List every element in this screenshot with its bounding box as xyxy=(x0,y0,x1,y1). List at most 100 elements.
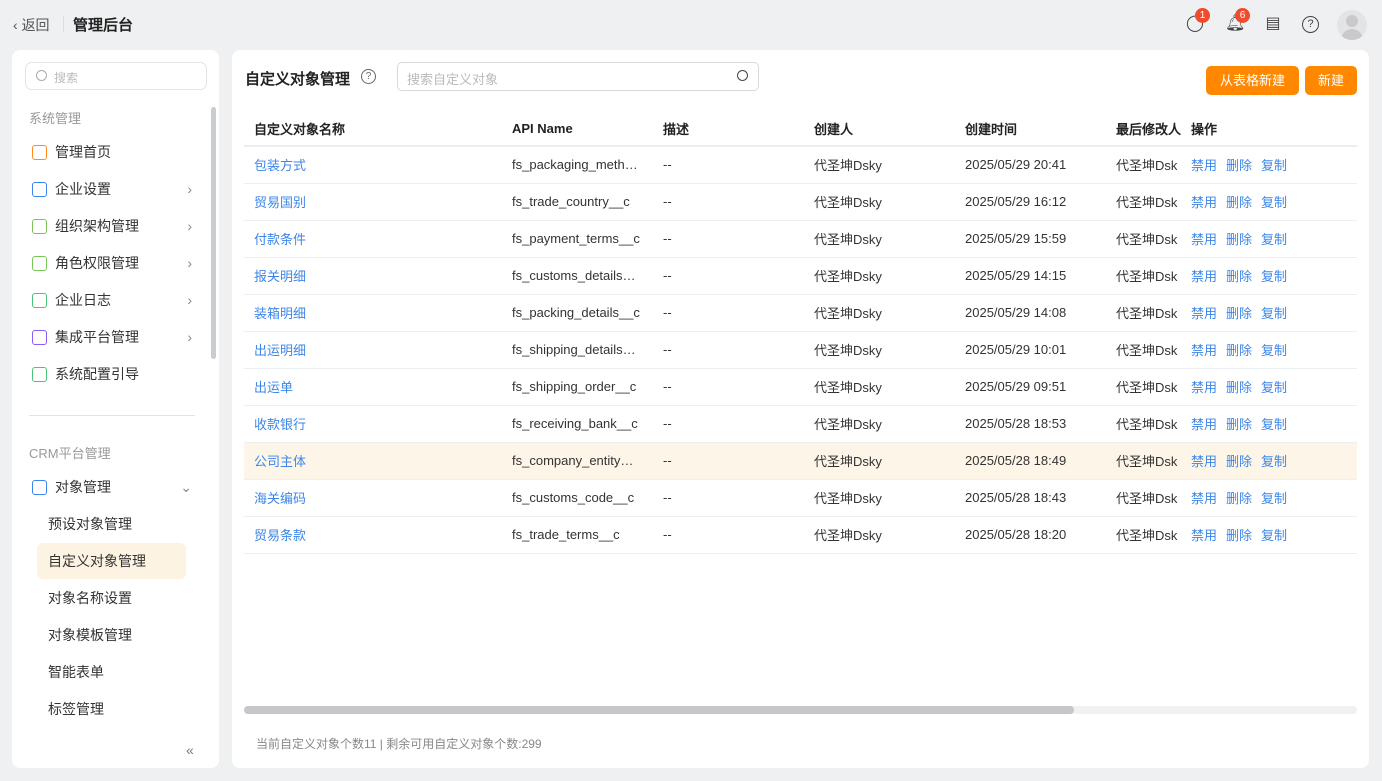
action-disable-link[interactable]: 禁用 xyxy=(1191,343,1217,358)
sidebar-item-object-mgmt[interactable]: 对象管理 ⌄ xyxy=(32,472,192,502)
sidebar-item[interactable]: 角色权限管理 › xyxy=(32,248,192,278)
object-name-link[interactable]: 公司主体 xyxy=(244,442,502,480)
action-delete-link[interactable]: 删除 xyxy=(1226,417,1252,432)
sidebar-subitem[interactable]: 对象名称设置 xyxy=(37,580,186,616)
column-header[interactable]: 操作 xyxy=(1181,112,1357,147)
action-delete-link[interactable]: 删除 xyxy=(1226,454,1252,469)
table-cell: 2025/05/29 16:12 xyxy=(955,183,1106,221)
action-delete-link[interactable]: 删除 xyxy=(1226,195,1252,210)
action-disable-link[interactable]: 禁用 xyxy=(1191,232,1217,247)
menu-icon xyxy=(32,293,47,308)
action-delete-link[interactable]: 删除 xyxy=(1226,528,1252,543)
action-copy-link[interactable]: 复制 xyxy=(1261,343,1287,358)
actions-cell: 禁用 删除 复制 xyxy=(1181,183,1357,221)
search-icon[interactable] xyxy=(737,70,748,81)
top-bar: ‹ 返回 管理后台 ◯ 1 🔔︎ 6 ▤ ? xyxy=(0,0,1382,48)
object-name-link[interactable]: 收款银行 xyxy=(244,405,502,443)
object-name-link[interactable]: 装箱明细 xyxy=(244,294,502,332)
sidebar-item[interactable]: 企业设置 › xyxy=(32,174,192,204)
action-disable-link[interactable]: 禁用 xyxy=(1191,306,1217,321)
action-copy-link[interactable]: 复制 xyxy=(1261,454,1287,469)
action-delete-link[interactable]: 删除 xyxy=(1226,380,1252,395)
action-delete-link[interactable]: 删除 xyxy=(1226,491,1252,506)
table-cell: -- xyxy=(653,220,804,258)
object-search-input[interactable]: 搜索自定义对象 xyxy=(397,62,759,91)
action-delete-link[interactable]: 删除 xyxy=(1226,232,1252,247)
column-header[interactable]: 创建人 xyxy=(804,112,955,147)
sidebar-item[interactable]: 组织架构管理 › xyxy=(32,211,192,241)
sidebar-scrollbar[interactable] xyxy=(211,107,216,359)
sidebar-item[interactable]: 系统配置引导 xyxy=(32,359,192,389)
action-disable-link[interactable]: 禁用 xyxy=(1191,158,1217,173)
sidebar-subitem[interactable]: 自定义对象管理 xyxy=(37,543,186,579)
object-name-link[interactable]: 付款条件 xyxy=(244,220,502,258)
scroll-thumb[interactable] xyxy=(244,706,1074,714)
sidebar-search-input[interactable]: 搜索 xyxy=(25,62,207,90)
table-row: 贸易条款 fs_trade_terms__c -- 代圣坤Dsky 2025/05/28… xyxy=(244,516,1357,554)
action-copy-link[interactable]: 复制 xyxy=(1261,380,1287,395)
table-row: 出运明细 fs_shipping_details… -- 代圣坤Dsky 2025/05… xyxy=(244,331,1357,369)
action-disable-link[interactable]: 禁用 xyxy=(1191,269,1217,284)
chevron-down-icon: ⌄ xyxy=(180,479,192,495)
new-from-table-button[interactable]: 从表格新建 xyxy=(1206,66,1299,95)
sidebar-subitem[interactable]: 标签管理 xyxy=(37,691,186,727)
sidebar-item[interactable]: 管理首页 xyxy=(32,137,192,167)
object-name-link[interactable]: 出运明细 xyxy=(244,331,502,369)
action-copy-link[interactable]: 复制 xyxy=(1261,417,1287,432)
table-row: 收款银行 fs_receiving_bank__c -- 代圣坤Dsky 2025/05… xyxy=(244,405,1357,443)
table-cell: fs_trade_country__c xyxy=(502,183,653,221)
inbox-icon[interactable]: ▤ xyxy=(1263,14,1283,34)
bell-icon[interactable]: 🔔︎ 6 xyxy=(1225,8,1250,34)
table-cell: 2025/05/29 15:59 xyxy=(955,220,1106,258)
column-header[interactable]: API Name xyxy=(502,112,653,147)
table-cell: 代圣坤Dsk xyxy=(1106,442,1182,480)
action-disable-link[interactable]: 禁用 xyxy=(1191,380,1217,395)
column-header[interactable]: 最后修改人 xyxy=(1106,112,1182,147)
column-header[interactable]: 描述 xyxy=(653,112,804,147)
action-copy-link[interactable]: 复制 xyxy=(1261,306,1287,321)
help-icon[interactable]: ? xyxy=(1302,16,1319,33)
back-button[interactable]: ‹ 返回 xyxy=(13,15,50,35)
action-copy-link[interactable]: 复制 xyxy=(1261,528,1287,543)
sidebar-subitem[interactable]: 预设对象管理 xyxy=(37,506,186,542)
sidebar-subitem[interactable]: 对象模板管理 xyxy=(37,617,186,653)
message-icon[interactable]: ◯ 1 xyxy=(1185,8,1210,34)
action-disable-link[interactable]: 禁用 xyxy=(1191,491,1217,506)
action-disable-link[interactable]: 禁用 xyxy=(1191,454,1217,469)
object-name-link[interactable]: 包装方式 xyxy=(244,146,502,184)
avatar[interactable] xyxy=(1337,10,1367,40)
object-name-link[interactable]: 海关编码 xyxy=(244,479,502,517)
action-disable-link[interactable]: 禁用 xyxy=(1191,528,1217,543)
object-name-link[interactable]: 报关明细 xyxy=(244,257,502,295)
action-copy-link[interactable]: 复制 xyxy=(1261,491,1287,506)
action-disable-link[interactable]: 禁用 xyxy=(1191,195,1217,210)
table-cell: 代圣坤Dsk xyxy=(1106,220,1182,258)
column-header[interactable]: 创建时间 xyxy=(955,112,1106,147)
action-delete-link[interactable]: 删除 xyxy=(1226,269,1252,284)
table-cell: -- xyxy=(653,183,804,221)
object-name-link[interactable]: 出运单 xyxy=(244,368,502,406)
sidebar-subitem[interactable]: 智能表单 xyxy=(37,654,186,690)
action-copy-link[interactable]: 复制 xyxy=(1261,158,1287,173)
action-copy-link[interactable]: 复制 xyxy=(1261,232,1287,247)
help-icon[interactable]: ? xyxy=(361,69,376,84)
table-cell: fs_company_entity… xyxy=(502,442,653,480)
action-disable-link[interactable]: 禁用 xyxy=(1191,417,1217,432)
actions-cell: 禁用 删除 复制 xyxy=(1181,479,1357,517)
sidebar-item[interactable]: 企业日志 › xyxy=(32,285,192,315)
action-delete-link[interactable]: 删除 xyxy=(1226,343,1252,358)
sidebar-item[interactable]: 集成平台管理 › xyxy=(32,322,192,352)
action-copy-link[interactable]: 复制 xyxy=(1261,195,1287,210)
object-name-link[interactable]: 贸易国别 xyxy=(244,183,502,221)
action-delete-link[interactable]: 删除 xyxy=(1226,306,1252,321)
object-name-link[interactable]: 贸易条款 xyxy=(244,516,502,554)
new-button[interactable]: 新建 xyxy=(1305,66,1357,95)
collapse-sidebar-icon[interactable]: « xyxy=(186,742,194,758)
table-cell: 代圣坤Dsky xyxy=(804,220,955,258)
table-cell: 代圣坤Dsk xyxy=(1106,516,1182,554)
horizontal-scrollbar[interactable] xyxy=(244,706,1357,714)
table-cell: -- xyxy=(653,479,804,517)
action-delete-link[interactable]: 删除 xyxy=(1226,158,1252,173)
column-header[interactable]: 自定义对象名称 xyxy=(244,112,502,147)
action-copy-link[interactable]: 复制 xyxy=(1261,269,1287,284)
